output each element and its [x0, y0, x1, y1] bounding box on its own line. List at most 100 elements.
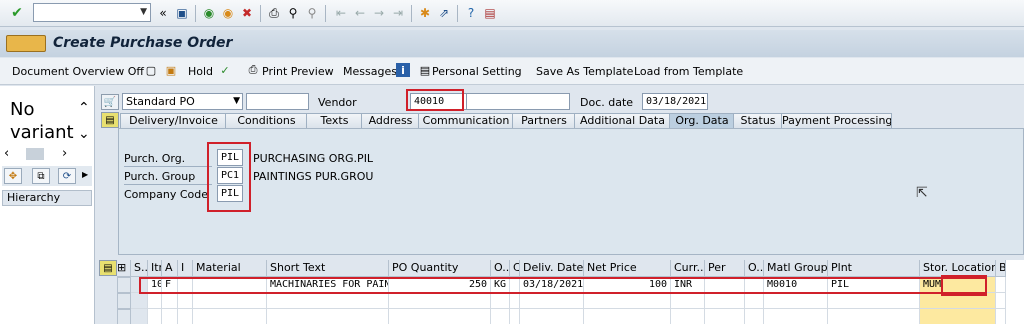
- table-cell[interactable]: [745, 277, 764, 293]
- table-cell[interactable]: 250: [389, 277, 491, 293]
- column-header[interactable]: O...: [745, 260, 764, 277]
- table-cell[interactable]: [996, 293, 1006, 309]
- scroll-down-icon[interactable]: ⌄: [78, 126, 90, 142]
- table-cell[interactable]: [510, 277, 520, 293]
- tab-additional-data[interactable]: Additional Data: [574, 113, 671, 129]
- column-header[interactable]: B: [996, 260, 1006, 277]
- po-type-select[interactable]: Standard PO ▼: [122, 93, 243, 110]
- new-document-icon[interactable]: ▢: [144, 63, 158, 77]
- table-cell[interactable]: [178, 293, 193, 309]
- tab-delivery-invoice[interactable]: Delivery/Invoice: [120, 113, 227, 129]
- tab-org-data[interactable]: Org. Data: [669, 113, 735, 129]
- scroll-left-icon[interactable]: ‹: [4, 146, 9, 161]
- next-page-icon[interactable]: →: [371, 5, 387, 21]
- select-all-icon[interactable]: ⊞: [117, 260, 131, 277]
- tab-conditions[interactable]: Conditions: [225, 113, 308, 129]
- tab-texts[interactable]: Texts: [306, 113, 363, 129]
- table-cell[interactable]: [584, 293, 671, 309]
- column-header[interactable]: Plnt: [828, 260, 920, 277]
- print-preview-icon[interactable]: ⎙: [246, 63, 260, 77]
- refresh-icon[interactable]: ⟳: [58, 168, 76, 184]
- back-icon[interactable]: ◉: [201, 5, 217, 21]
- column-header[interactable]: Curr...: [671, 260, 705, 277]
- tab-communication[interactable]: Communication: [418, 113, 514, 129]
- personal-setting-button[interactable]: Personal Setting: [432, 65, 522, 78]
- table-cell[interactable]: F: [162, 277, 178, 293]
- column-header[interactable]: Matl Group: [764, 260, 828, 277]
- tab-status[interactable]: Status: [733, 113, 783, 129]
- new-session-icon[interactable]: ✱: [417, 5, 433, 21]
- table-cell[interactable]: [764, 309, 828, 324]
- table-cell[interactable]: 03/18/2021: [520, 277, 584, 293]
- table-cell[interactable]: MUM: [920, 277, 996, 293]
- table-cell[interactable]: [705, 309, 745, 324]
- print-icon[interactable]: ⎙: [266, 5, 282, 21]
- print-preview-button[interactable]: Print Preview: [262, 65, 334, 78]
- table-cell[interactable]: [705, 293, 745, 309]
- column-header[interactable]: Deliv. Date: [520, 260, 584, 277]
- chevron-down-icon[interactable]: ▼: [140, 7, 147, 17]
- table-cell[interactable]: [828, 293, 920, 309]
- customize-icon[interactable]: ▤: [482, 5, 498, 21]
- chevron-down-icon[interactable]: ▼: [233, 94, 240, 109]
- row-selector[interactable]: [117, 293, 131, 309]
- column-header[interactable]: Stor. Location: [920, 260, 996, 277]
- cancel-icon[interactable]: ✖: [239, 5, 255, 21]
- table-cell[interactable]: [491, 309, 510, 324]
- doc-overview-button[interactable]: Document Overview Off: [12, 65, 144, 78]
- table-cell[interactable]: [671, 293, 705, 309]
- column-header[interactable]: Itm: [148, 260, 162, 277]
- table-cell[interactable]: [389, 309, 491, 324]
- table-cell[interactable]: [920, 309, 996, 324]
- column-header[interactable]: I: [178, 260, 193, 277]
- column-header[interactable]: Short Text: [267, 260, 389, 277]
- table-cell[interactable]: [996, 309, 1006, 324]
- table-cell[interactable]: [148, 293, 162, 309]
- check-icon[interactable]: ✓: [218, 63, 232, 77]
- doc-date-input[interactable]: 03/18/2021: [642, 93, 708, 110]
- company-code-input[interactable]: PIL: [217, 185, 243, 202]
- table-cell[interactable]: [178, 277, 193, 293]
- table-cell[interactable]: M0010: [764, 277, 828, 293]
- table-cell[interactable]: [828, 309, 920, 324]
- hold-button[interactable]: Hold: [188, 65, 213, 78]
- cart-icon[interactable]: 🛒: [101, 94, 119, 110]
- table-cell[interactable]: KG: [491, 277, 510, 293]
- table-cell[interactable]: [267, 293, 389, 309]
- table-cell[interactable]: [705, 277, 745, 293]
- table-cell[interactable]: [193, 293, 267, 309]
- enter-icon[interactable]: ✔: [9, 5, 25, 21]
- expand-icon[interactable]: ✥: [4, 168, 22, 184]
- column-header[interactable]: Net Price: [584, 260, 671, 277]
- column-header[interactable]: C: [510, 260, 520, 277]
- first-page-icon[interactable]: ⇤: [333, 5, 349, 21]
- vendor-input[interactable]: 40010: [410, 93, 467, 110]
- table-cell[interactable]: PIL: [828, 277, 920, 293]
- copy-icon[interactable]: ⧉: [32, 168, 50, 184]
- tab-partners[interactable]: Partners: [512, 113, 576, 129]
- help-icon[interactable]: ?: [463, 5, 479, 21]
- tab-address[interactable]: Address: [361, 113, 420, 129]
- find-icon[interactable]: ⚲: [285, 5, 301, 21]
- column-header[interactable]: PO Quantity: [389, 260, 491, 277]
- table-cell[interactable]: [162, 309, 178, 324]
- scroll-right-icon[interactable]: ›: [62, 146, 67, 161]
- info-icon[interactable]: i: [396, 63, 410, 77]
- collapse-items-icon[interactable]: ▤: [99, 260, 117, 276]
- command-field[interactable]: ▼: [33, 3, 151, 22]
- personal-setting-icon[interactable]: ▤: [418, 63, 432, 77]
- table-cell[interactable]: [162, 293, 178, 309]
- table-cell[interactable]: [520, 309, 584, 324]
- column-header[interactable]: O...: [491, 260, 510, 277]
- messages-button[interactable]: Messages: [343, 65, 397, 78]
- table-cell[interactable]: 10: [148, 277, 162, 293]
- open-icon[interactable]: ▣: [164, 63, 178, 77]
- table-cell[interactable]: [764, 293, 828, 309]
- table-cell[interactable]: [745, 309, 764, 324]
- last-page-icon[interactable]: ⇥: [390, 5, 406, 21]
- column-header[interactable]: Material: [193, 260, 267, 277]
- table-cell[interactable]: [745, 293, 764, 309]
- table-cell[interactable]: [193, 277, 267, 293]
- table-cell[interactable]: [389, 293, 491, 309]
- find-next-icon[interactable]: ⚲: [304, 5, 320, 21]
